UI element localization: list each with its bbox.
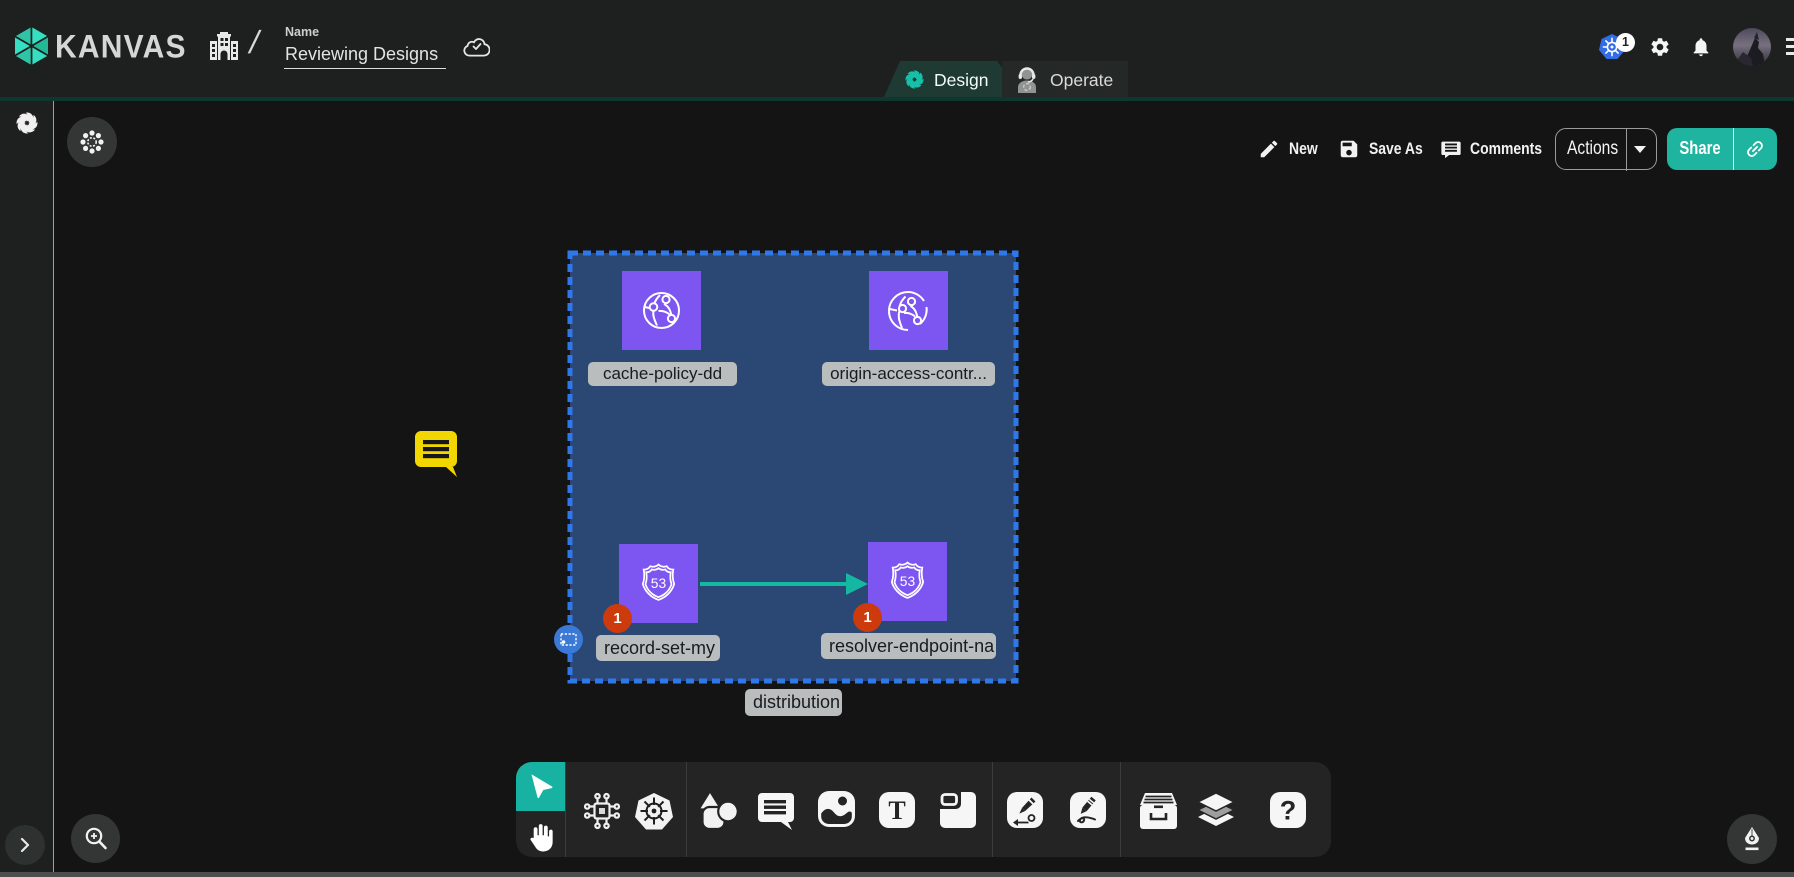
svg-text:T: T [888, 796, 905, 825]
svg-text:?: ? [1280, 796, 1297, 826]
svg-text:53: 53 [900, 573, 916, 589]
svg-text:53: 53 [651, 575, 667, 591]
